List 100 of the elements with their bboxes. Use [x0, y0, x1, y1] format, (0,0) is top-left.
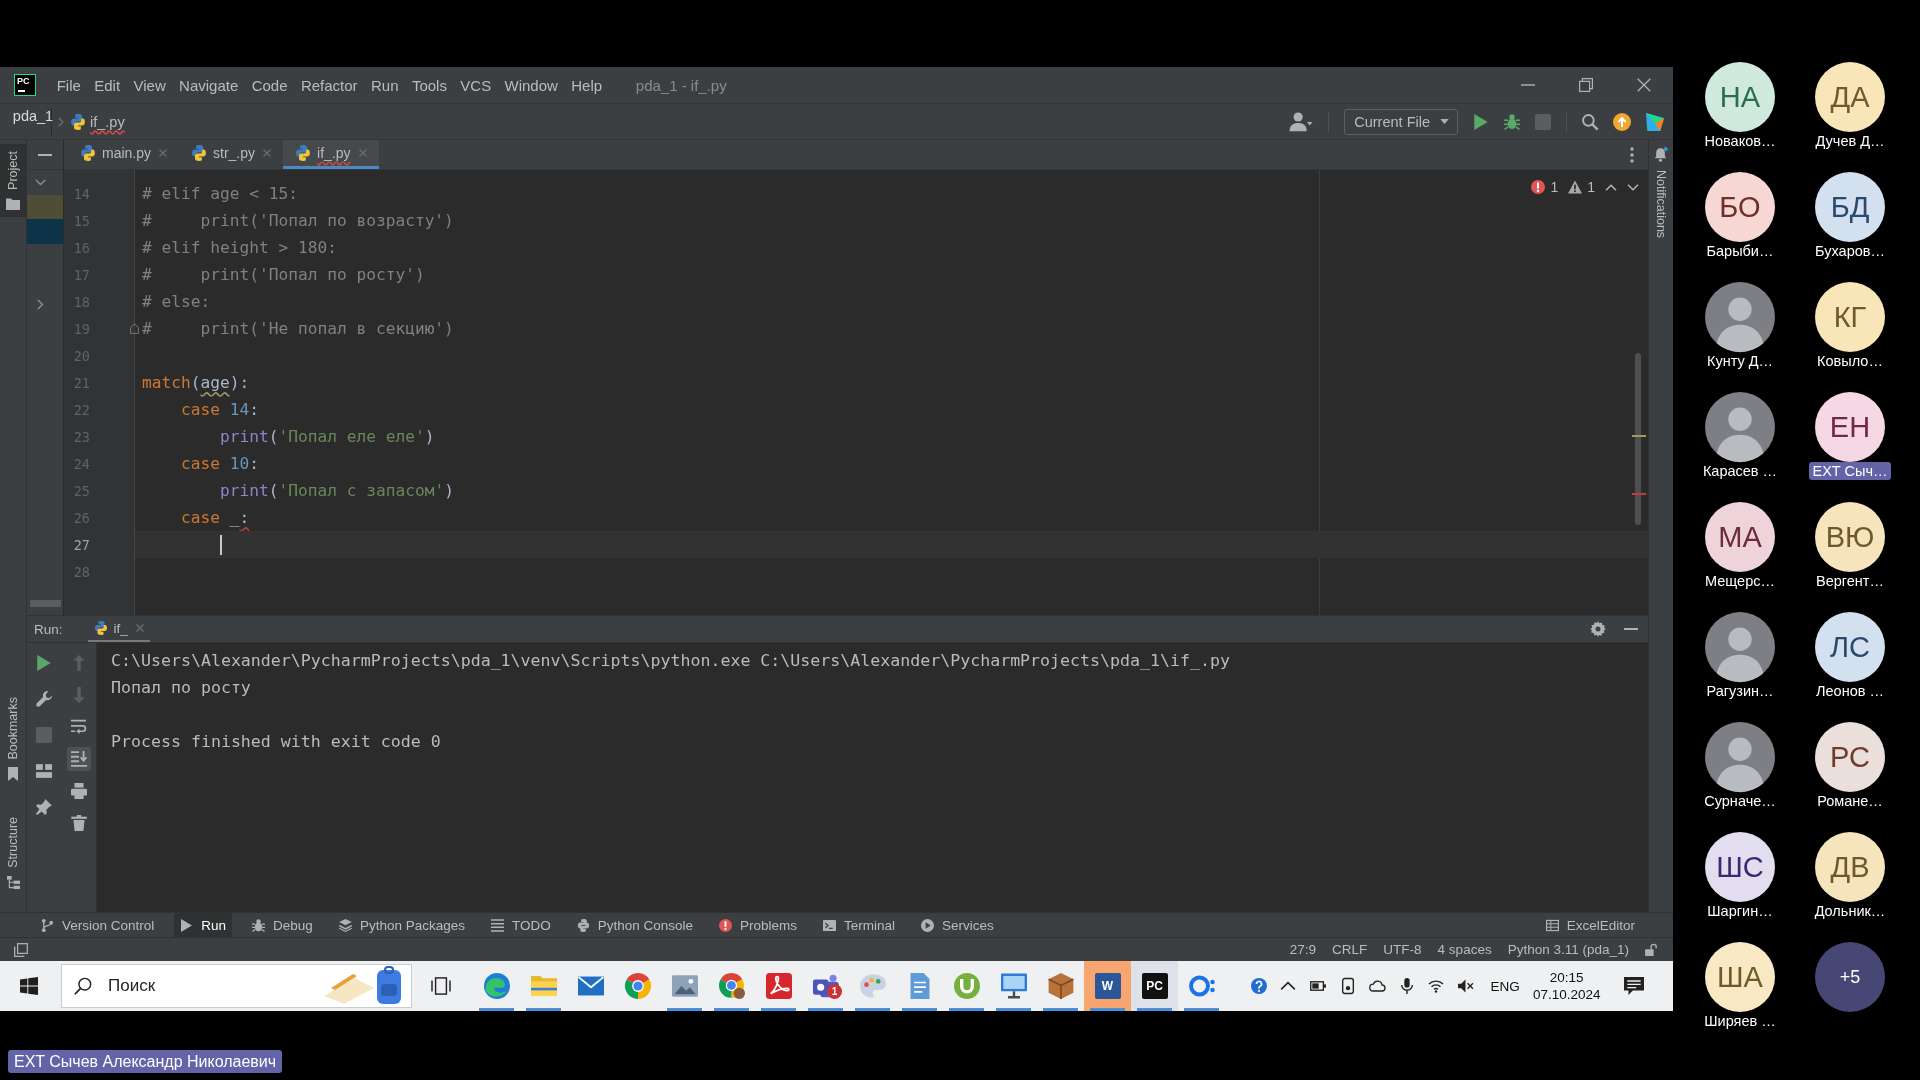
tool-window-tab[interactable]: Python Console — [570, 913, 700, 937]
editor-tab[interactable]: if_.py — [283, 140, 379, 169]
soft-wrap-icon[interactable] — [70, 719, 87, 735]
play-icon[interactable] — [1473, 113, 1489, 130]
taskbar-app-button[interactable]: W — [1084, 961, 1131, 1011]
wifi-icon[interactable] — [1428, 978, 1445, 994]
avatar[interactable]: ША — [1705, 942, 1775, 1012]
tool-window-button[interactable]: Project — [0, 144, 26, 217]
layout-icon[interactable] — [36, 763, 52, 779]
user-menu-icon[interactable] — [1289, 111, 1314, 132]
microphone-icon[interactable] — [1398, 978, 1415, 994]
tool-window-tab[interactable]: TODO — [484, 913, 557, 937]
tool-window-tab[interactable]: Problems — [713, 913, 804, 937]
clock-date[interactable]: 07.10.2024 — [1532, 986, 1601, 1003]
warning-counter[interactable]: 1 — [1568, 179, 1595, 195]
scroll-to-end-icon[interactable] — [66, 747, 91, 771]
avatar[interactable]: НА — [1705, 62, 1775, 132]
taskbar-app-button[interactable]: 1 — [802, 961, 849, 1011]
pin-icon[interactable] — [36, 799, 52, 815]
minimize-icon[interactable] — [38, 153, 52, 156]
error-counter[interactable]: 1 — [1531, 179, 1559, 195]
avatar[interactable]: ДА — [1815, 62, 1885, 132]
fold-marker-icon[interactable] — [130, 323, 139, 334]
editor-tab[interactable]: main.py — [68, 140, 180, 169]
chevron-up-icon[interactable] — [1605, 183, 1617, 191]
avatar[interactable]: БО — [1705, 172, 1775, 242]
menu-item[interactable]: Navigate — [172, 76, 245, 94]
avatar-silhouette[interactable] — [1705, 722, 1775, 792]
device-icon[interactable] — [1339, 978, 1356, 994]
tool-window-button[interactable]: Notifications — [1649, 140, 1673, 246]
editor-tab[interactable]: str_.py — [179, 140, 284, 169]
lock-icon[interactable] — [1645, 943, 1657, 956]
warning-marker-icon[interactable] — [1632, 435, 1646, 437]
settings-icon[interactable] — [1590, 621, 1606, 637]
tool-window-tab[interactable]: ExcelEditor — [1539, 913, 1641, 937]
battery-icon[interactable] — [1310, 978, 1326, 994]
avatar[interactable]: ШС — [1705, 832, 1775, 902]
menu-item[interactable]: Code — [245, 76, 295, 94]
tool-window-button[interactable]: Structure — [0, 810, 26, 896]
output-tab[interactable]: if_ — [87, 616, 150, 642]
close-icon[interactable] — [1637, 78, 1651, 92]
avatar[interactable]: ЛС — [1815, 612, 1885, 682]
printer-icon[interactable] — [70, 783, 87, 799]
scrollbar-thumb[interactable] — [30, 600, 61, 607]
tool-window-tab[interactable]: Debug — [246, 913, 319, 937]
stacked-panes-icon[interactable] — [431, 977, 451, 995]
logo-icon[interactable] — [1646, 112, 1664, 131]
avatar[interactable]: ДВ — [1815, 832, 1885, 902]
menu-item[interactable]: VCS — [453, 76, 498, 94]
status-item[interactable]: UTF-8 — [1383, 942, 1422, 957]
tool-window-tab[interactable]: Terminal — [817, 913, 902, 937]
tool-window-tab[interactable]: Version Control — [35, 913, 161, 937]
avatar[interactable]: РС — [1815, 722, 1885, 792]
chevron-down-icon[interactable] — [1627, 183, 1639, 191]
run-configuration-dropdown[interactable]: Current File — [1344, 108, 1458, 135]
status-item[interactable]: 4 spaces — [1437, 942, 1492, 957]
search-icon[interactable] — [1582, 113, 1598, 130]
avatar[interactable]: ВЮ — [1815, 502, 1885, 572]
menu-item[interactable]: Refactor — [294, 76, 365, 94]
menu-item[interactable]: Run — [364, 76, 406, 94]
breadcrumb[interactable]: pda_1 — [15, 107, 52, 136]
taskbar-app-button[interactable]: PC — [1131, 961, 1178, 1011]
status-item[interactable]: Python 3.11 (pda_1) — [1507, 942, 1629, 957]
avatar-silhouette[interactable] — [1705, 612, 1775, 682]
restore-icon[interactable] — [1579, 78, 1593, 92]
avatar[interactable]: ЕН — [1815, 392, 1885, 462]
menu-item[interactable]: View — [126, 76, 173, 94]
menu-item[interactable]: Window — [497, 76, 565, 94]
muted-speaker-icon[interactable] — [1457, 978, 1474, 994]
search-field[interactable]: Поиск — [61, 964, 412, 1008]
error-marker-icon[interactable] — [1632, 493, 1646, 495]
avatar[interactable]: КГ — [1815, 282, 1885, 352]
notification-icon[interactable] — [1623, 977, 1644, 995]
chevron-right-icon[interactable] — [37, 299, 44, 311]
avatar[interactable]: МА — [1705, 502, 1775, 572]
more-participants-button[interactable]: +5 — [1815, 942, 1885, 1012]
status-item[interactable]: 27:9 — [1289, 942, 1317, 957]
tool-window-button[interactable]: Bookmarks — [0, 689, 26, 789]
more-icon[interactable] — [1630, 146, 1634, 163]
run-icon[interactable] — [36, 655, 52, 671]
avatar-silhouette[interactable] — [1705, 282, 1775, 352]
wrench-icon[interactable] — [36, 691, 52, 707]
help-icon[interactable] — [1250, 978, 1267, 994]
four-panes-icon[interactable] — [20, 977, 38, 995]
tool-window-tab[interactable]: Run — [174, 913, 233, 937]
status-item[interactable]: CRLF — [1332, 942, 1368, 957]
trash-icon[interactable] — [70, 815, 87, 831]
menu-item[interactable]: Tools — [405, 76, 454, 94]
bug-icon[interactable] — [1504, 113, 1520, 130]
menu-item[interactable]: Help — [564, 76, 609, 94]
scrollbar-thumb[interactable] — [1635, 353, 1641, 525]
breadcrumb[interactable]: if_.py — [70, 107, 125, 136]
avatar[interactable]: БД — [1815, 172, 1885, 242]
menu-item[interactable]: Edit — [87, 76, 127, 94]
language-indicator[interactable]: ENG — [1480, 978, 1530, 994]
overlapping-squares-icon[interactable] — [14, 942, 28, 957]
cloud-icon[interactable] — [1369, 978, 1386, 994]
menu-item[interactable]: File — [50, 76, 88, 94]
chevron-down-icon[interactable] — [35, 178, 46, 186]
avatar-silhouette[interactable] — [1705, 392, 1775, 462]
